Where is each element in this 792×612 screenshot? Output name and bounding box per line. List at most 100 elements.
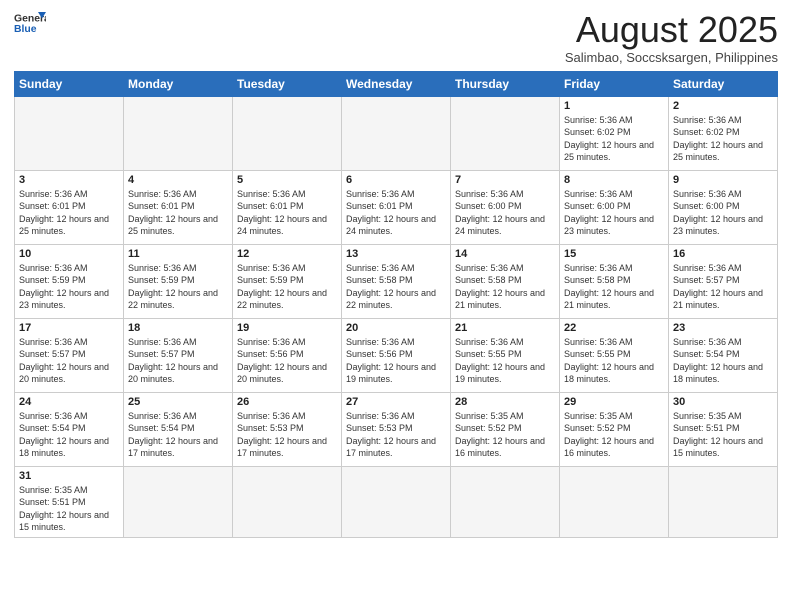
calendar-table: Sunday Monday Tuesday Wednesday Thursday… (14, 71, 778, 538)
week-row-0: 1 Sunrise: 5:36 AM Sunset: 6:02 PM Daylig… (15, 96, 778, 170)
day-number: 26 (237, 396, 337, 408)
day-number: 24 (19, 396, 119, 408)
day-info: Sunrise: 5:36 AM Sunset: 5:54 PM Dayligh… (19, 410, 119, 460)
day-info: Sunrise: 5:36 AM Sunset: 6:01 PM Dayligh… (237, 188, 337, 238)
table-row: 31Sunrise: 5:35 AM Sunset: 5:51 PM Dayli… (15, 466, 124, 537)
table-row (15, 96, 124, 170)
day-number: 8 (564, 174, 664, 186)
day-number: 22 (564, 322, 664, 334)
day-number: 23 (673, 322, 773, 334)
svg-text:Blue: Blue (14, 24, 37, 35)
day-number: 7 (455, 174, 555, 186)
table-row: 3 Sunrise: 5:36 AM Sunset: 6:01 PM Daylig… (15, 170, 124, 244)
table-row (233, 96, 342, 170)
day-number: 3 (19, 174, 119, 186)
logo: General Blue (14, 10, 46, 38)
day-number: 4 (128, 174, 228, 186)
table-row: 27 Sunrise: 5:36 AM Sunset: 5:53 PM Dayli… (342, 392, 451, 466)
table-row: 4 Sunrise: 5:36 AM Sunset: 6:01 PM Daylig… (124, 170, 233, 244)
table-row: 7 Sunrise: 5:36 AM Sunset: 6:00 PM Daylig… (451, 170, 560, 244)
day-info: Sunrise: 5:36 AM Sunset: 5:57 PM Dayligh… (19, 336, 119, 386)
day-info: Sunrise: 5:36 AM Sunset: 5:53 PM Dayligh… (346, 410, 446, 460)
day-number: 13 (346, 248, 446, 260)
day-number: 16 (673, 248, 773, 260)
table-row: 23 Sunrise: 5:36 AM Sunset: 5:54 PM Dayli… (669, 318, 778, 392)
table-row (669, 466, 778, 537)
day-info: Sunrise: 5:36 AM Sunset: 6:00 PM Dayligh… (564, 188, 664, 238)
day-info: Sunrise: 5:36 AM Sunset: 6:01 PM Dayligh… (128, 188, 228, 238)
day-info: Sunrise: 5:36 AM Sunset: 5:54 PM Dayligh… (128, 410, 228, 460)
generalblue-logo-icon: General Blue (14, 10, 46, 38)
table-row (124, 96, 233, 170)
day-info: Sunrise: 5:36 AM Sunset: 5:58 PM Dayligh… (455, 262, 555, 312)
table-row: 9 Sunrise: 5:36 AM Sunset: 6:00 PM Daylig… (669, 170, 778, 244)
day-number: 5 (237, 174, 337, 186)
day-info: Sunrise: 5:36 AM Sunset: 6:01 PM Dayligh… (346, 188, 446, 238)
day-info: Sunrise: 5:36 AM Sunset: 5:58 PM Dayligh… (346, 262, 446, 312)
day-number: 12 (237, 248, 337, 260)
day-info: Sunrise: 5:36 AM Sunset: 5:59 PM Dayligh… (19, 262, 119, 312)
table-row: 19 Sunrise: 5:36 AM Sunset: 5:56 PM Dayli… (233, 318, 342, 392)
day-info: Sunrise: 5:36 AM Sunset: 6:00 PM Dayligh… (673, 188, 773, 238)
table-row (342, 96, 451, 170)
table-row: 5 Sunrise: 5:36 AM Sunset: 6:01 PM Daylig… (233, 170, 342, 244)
table-row (342, 466, 451, 537)
day-number: 21 (455, 322, 555, 334)
table-row: 26Sunrise: 5:36 AM Sunset: 5:53 PM Dayli… (233, 392, 342, 466)
table-row: 18Sunrise: 5:36 AM Sunset: 5:57 PM Dayli… (124, 318, 233, 392)
day-info: Sunrise: 5:36 AM Sunset: 5:57 PM Dayligh… (128, 336, 228, 386)
location-subtitle: Salimbao, Soccsksargen, Philippines (565, 50, 778, 65)
day-info: Sunrise: 5:36 AM Sunset: 5:55 PM Dayligh… (455, 336, 555, 386)
table-row: 11 Sunrise: 5:36 AM Sunset: 5:59 PM Dayli… (124, 244, 233, 318)
day-info: Sunrise: 5:36 AM Sunset: 5:57 PM Dayligh… (673, 262, 773, 312)
week-row-4: 24 Sunrise: 5:36 AM Sunset: 5:54 PM Dayli… (15, 392, 778, 466)
table-row: 28 Sunrise: 5:35 AM Sunset: 5:52 PM Dayli… (451, 392, 560, 466)
day-number: 15 (564, 248, 664, 260)
table-row (451, 466, 560, 537)
day-number: 9 (673, 174, 773, 186)
day-info: Sunrise: 5:36 AM Sunset: 6:01 PM Dayligh… (19, 188, 119, 238)
col-thursday: Thursday (451, 71, 560, 96)
day-info: Sunrise: 5:36 AM Sunset: 5:54 PM Dayligh… (673, 336, 773, 386)
page: General Blue August 2025 Salimbao, Soccs… (0, 0, 792, 548)
day-number: 25 (128, 396, 228, 408)
day-number: 1 (564, 100, 664, 112)
table-row: 16 Sunrise: 5:36 AM Sunset: 5:57 PM Dayli… (669, 244, 778, 318)
title-block: August 2025 Salimbao, Soccsksargen, Phil… (565, 10, 778, 65)
col-monday: Monday (124, 71, 233, 96)
table-row: 10Sunrise: 5:36 AM Sunset: 5:59 PM Dayli… (15, 244, 124, 318)
header: General Blue August 2025 Salimbao, Soccs… (14, 10, 778, 65)
day-number: 11 (128, 248, 228, 260)
day-number: 27 (346, 396, 446, 408)
day-info: Sunrise: 5:35 AM Sunset: 5:52 PM Dayligh… (564, 410, 664, 460)
col-sunday: Sunday (15, 71, 124, 96)
day-info: Sunrise: 5:36 AM Sunset: 5:58 PM Dayligh… (564, 262, 664, 312)
day-number: 17 (19, 322, 119, 334)
day-info: Sunrise: 5:36 AM Sunset: 5:55 PM Dayligh… (564, 336, 664, 386)
day-number: 29 (564, 396, 664, 408)
table-row: 29 Sunrise: 5:35 AM Sunset: 5:52 PM Dayli… (560, 392, 669, 466)
week-row-2: 10Sunrise: 5:36 AM Sunset: 5:59 PM Dayli… (15, 244, 778, 318)
day-number: 14 (455, 248, 555, 260)
day-number: 31 (19, 470, 119, 482)
table-row: 25 Sunrise: 5:36 AM Sunset: 5:54 PM Dayli… (124, 392, 233, 466)
month-year-title: August 2025 (565, 10, 778, 50)
table-row: 22 Sunrise: 5:36 AM Sunset: 5:55 PM Dayli… (560, 318, 669, 392)
week-row-5: 31Sunrise: 5:35 AM Sunset: 5:51 PM Dayli… (15, 466, 778, 537)
day-info: Sunrise: 5:36 AM Sunset: 5:56 PM Dayligh… (237, 336, 337, 386)
table-row (451, 96, 560, 170)
col-wednesday: Wednesday (342, 71, 451, 96)
table-row: 21 Sunrise: 5:36 AM Sunset: 5:55 PM Dayli… (451, 318, 560, 392)
table-row: 6 Sunrise: 5:36 AM Sunset: 6:01 PM Daylig… (342, 170, 451, 244)
day-number: 28 (455, 396, 555, 408)
day-info: Sunrise: 5:35 AM Sunset: 5:52 PM Dayligh… (455, 410, 555, 460)
col-saturday: Saturday (669, 71, 778, 96)
table-row: 17 Sunrise: 5:36 AM Sunset: 5:57 PM Dayli… (15, 318, 124, 392)
day-number: 19 (237, 322, 337, 334)
day-info: Sunrise: 5:36 AM Sunset: 6:00 PM Dayligh… (455, 188, 555, 238)
day-info: Sunrise: 5:36 AM Sunset: 6:02 PM Dayligh… (564, 114, 664, 164)
week-row-3: 17 Sunrise: 5:36 AM Sunset: 5:57 PM Dayli… (15, 318, 778, 392)
table-row (560, 466, 669, 537)
day-info: Sunrise: 5:36 AM Sunset: 5:59 PM Dayligh… (128, 262, 228, 312)
day-number: 6 (346, 174, 446, 186)
